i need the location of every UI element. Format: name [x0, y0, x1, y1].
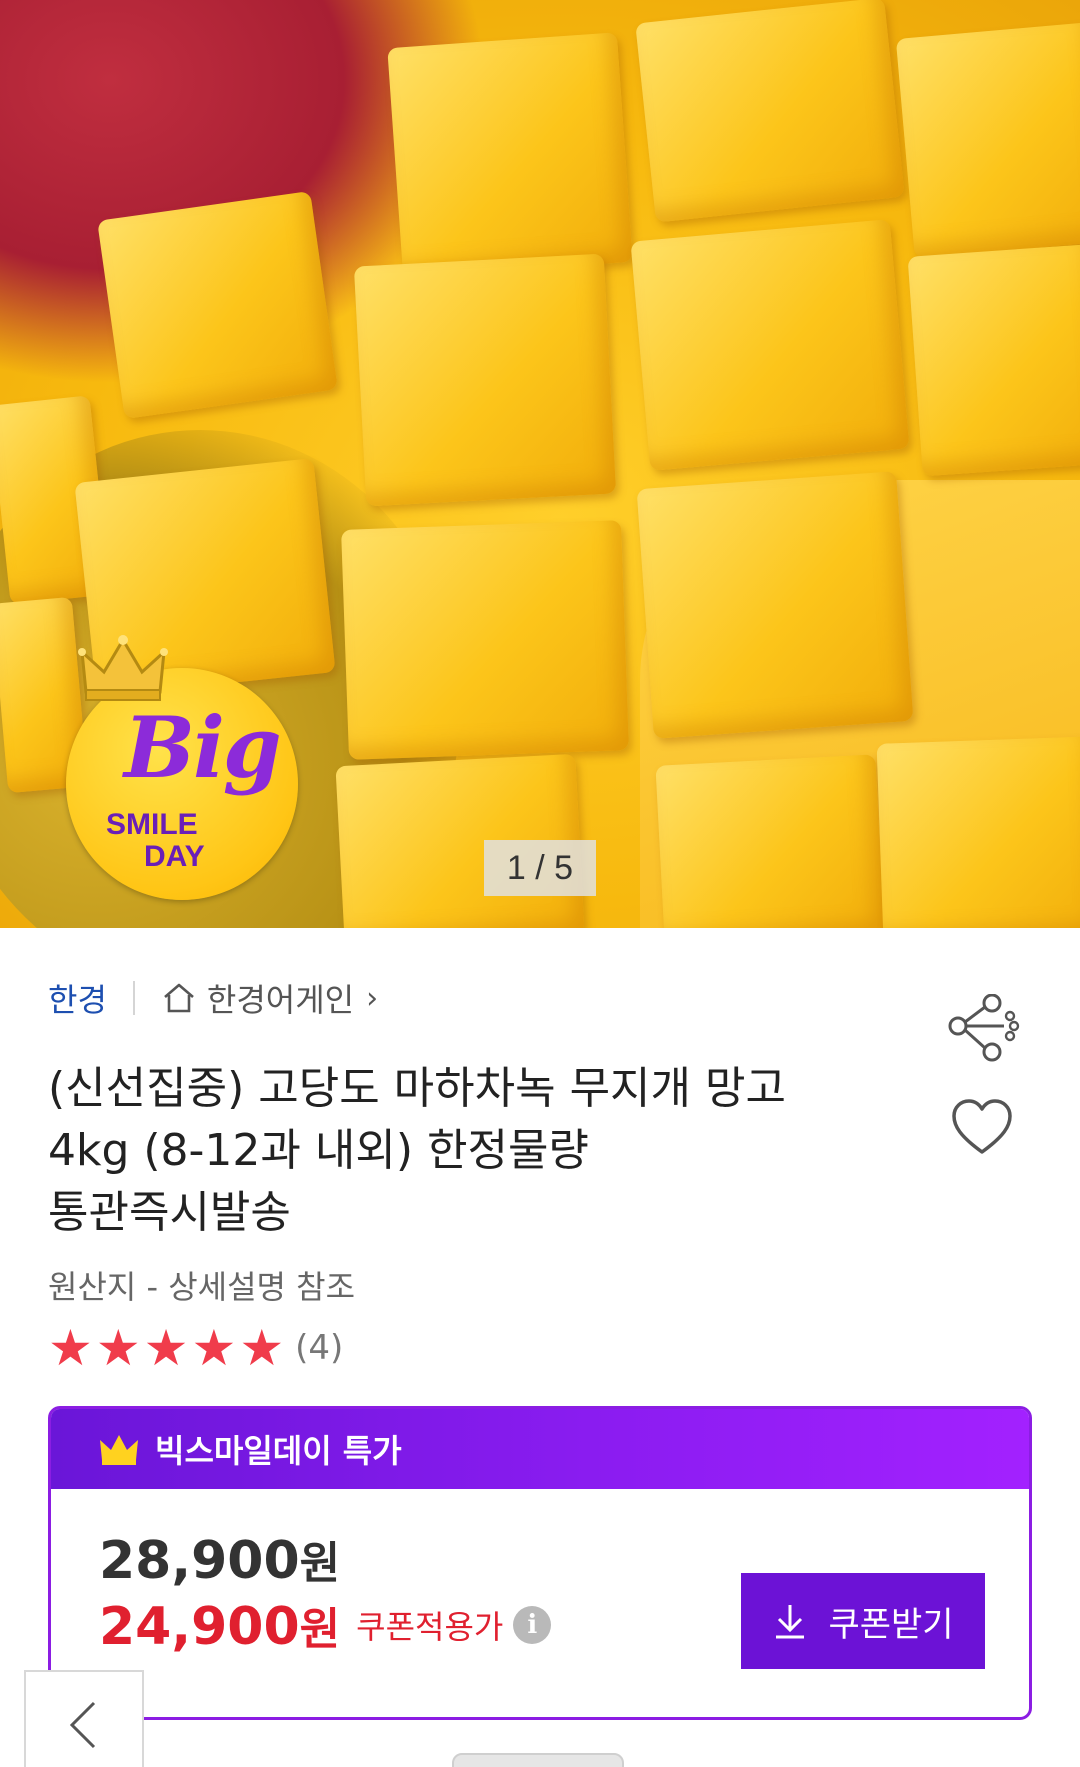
product-title-line: (신선집중) 고당도 마하차녹 무지개 망고	[48, 1063, 786, 1114]
deal-title: 빅스마일데이 특가	[155, 1432, 402, 1470]
brand-link[interactable]: 한경	[48, 975, 107, 1021]
big-smile-day-badge: Big SMILE DAY	[66, 635, 298, 900]
download-icon	[776, 1605, 805, 1639]
mango-cube	[655, 754, 885, 928]
original-price: 28,900원	[99, 1527, 340, 1591]
back-button[interactable]	[24, 1670, 144, 1767]
divider	[132, 981, 135, 1015]
seller-row: 한경 한경어게인 ›	[48, 976, 378, 1020]
chevron-left-icon	[69, 1701, 96, 1749]
mango-cube	[635, 0, 905, 223]
product-title: (신선집중) 고당도 마하차녹 무지개 망고 4kg (8-12과 내외) 한정…	[48, 1058, 908, 1244]
mango-cube	[630, 219, 910, 471]
badge-big-text: Big	[124, 698, 282, 797]
product-title-line: 4kg (8-12과 내외) 한정물량	[48, 1125, 589, 1176]
get-coupon-label: 쿠폰받기	[828, 1605, 954, 1644]
mango-cube	[636, 471, 914, 739]
badge-smile-text: SMILE	[106, 808, 198, 841]
mango-cube	[97, 191, 338, 419]
review-count: (4)	[295, 1328, 344, 1368]
crown-icon	[100, 1435, 138, 1465]
star-icon: ★	[239, 1319, 285, 1377]
mango-cube	[387, 32, 633, 278]
info-icon[interactable]: i	[513, 1606, 552, 1644]
heart-icon[interactable]	[950, 1098, 1014, 1158]
mango-cube	[895, 21, 1080, 259]
share-icon[interactable]	[948, 994, 1028, 1064]
mango-cube	[907, 243, 1080, 477]
deal-header: 빅스마일데이 특가	[51, 1409, 1029, 1489]
star-icon: ★	[95, 1319, 141, 1377]
origin-text: 원산지 - 상세설명 참조	[48, 1268, 356, 1306]
bottom-sheet-handle[interactable]	[452, 1753, 624, 1767]
star-icon: ★	[191, 1319, 237, 1377]
coupon-price-label: 쿠폰적용가	[356, 1608, 504, 1646]
image-pager: 1 / 5	[484, 840, 596, 896]
store-link[interactable]: 한경어게인	[207, 975, 354, 1021]
crown-icon	[78, 635, 168, 701]
mango-cube	[341, 520, 629, 760]
deal-box: 빅스마일데이 특가 28,900원 24,900원 쿠폰적용가 i 쿠폰받기	[48, 1406, 1032, 1720]
sale-price-row: 24,900원 쿠폰적용가 i	[99, 1593, 552, 1657]
currency-unit: 원	[299, 1604, 341, 1655]
mango-cube	[353, 253, 617, 507]
home-icon	[164, 983, 194, 1013]
mango-cube	[876, 736, 1080, 928]
product-image-carousel[interactable]: Big SMILE DAY 1 / 5	[0, 0, 1080, 928]
chevron-right-icon: ›	[366, 980, 379, 1016]
sale-price: 24,900원	[99, 1593, 340, 1657]
original-price-value: 28,900	[99, 1531, 300, 1591]
get-coupon-button[interactable]: 쿠폰받기	[741, 1573, 985, 1669]
badge-day-text: DAY	[144, 840, 205, 873]
sale-price-value: 24,900	[99, 1597, 300, 1657]
product-title-line: 통관즉시발송	[48, 1187, 291, 1238]
currency-unit: 원	[299, 1538, 341, 1589]
star-icon: ★	[48, 1319, 93, 1377]
star-icon: ★	[143, 1319, 189, 1377]
rating-row[interactable]: ★ ★ ★ ★ ★ (4)	[48, 1320, 343, 1376]
